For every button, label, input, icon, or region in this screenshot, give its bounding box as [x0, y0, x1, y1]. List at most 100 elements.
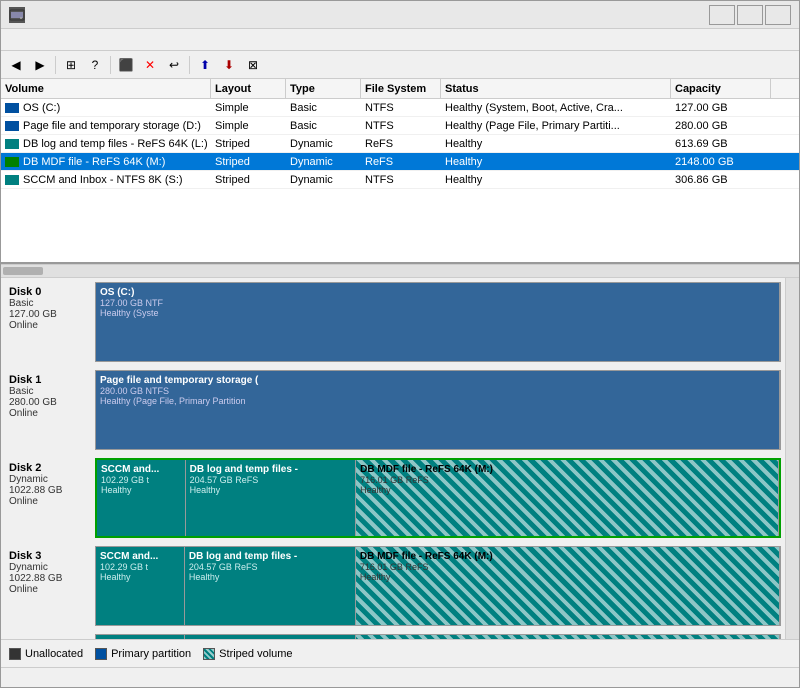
table-row[interactable]: OS (C:) Simple Basic NTFS Healthy (Syste…: [1, 99, 799, 117]
cell-volume: SCCM and Inbox - NTFS 8K (S:): [1, 171, 211, 188]
col-header-volume[interactable]: Volume: [1, 79, 211, 98]
delete-button[interactable]: ✕: [139, 54, 161, 76]
menu-help[interactable]: [53, 38, 69, 42]
disk-row: Disk 0 Basic 127.00 GB Online OS (C:) 12…: [5, 282, 781, 362]
refresh-button[interactable]: ↩: [163, 54, 185, 76]
cell-status: Healthy (Page File, Primary Partiti...: [441, 117, 671, 134]
disk-scrollbar-v[interactable]: [785, 278, 799, 639]
back-button[interactable]: ◀: [5, 54, 27, 76]
disk-management-window: ◀ ▶ ⊞ ? ⬛ ✕ ↩ ⬆ ⬇ ⊠ Volume Layout Type F…: [0, 0, 800, 688]
partition-status: Healthy: [101, 485, 181, 495]
menu-file[interactable]: [5, 38, 21, 42]
legend-label-primary: Primary partition: [111, 648, 191, 660]
cell-status: Healthy (System, Boot, Active, Cra...: [441, 99, 671, 116]
partition-label: DB MDF file - ReFS 64K (M:): [360, 551, 775, 562]
cell-fs: ReFS: [361, 153, 441, 170]
app-icon: [9, 7, 25, 23]
disk-partition[interactable]: OS (C:) 127.00 GB NTF Healthy (Syste: [96, 283, 780, 361]
col-header-fs[interactable]: File System: [361, 79, 441, 98]
disk-partitions: Page file and temporary storage ( 280.00…: [95, 370, 781, 450]
partition-label: DB MDF file - ReFS 64K (M:): [360, 464, 774, 475]
disk-status: Online: [9, 320, 91, 331]
menu-view[interactable]: [37, 38, 53, 42]
disk-partition[interactable]: Page file and temporary storage ( 280.00…: [96, 371, 780, 449]
up-button[interactable]: ⬆: [194, 54, 216, 76]
cell-type: Dynamic: [286, 153, 361, 170]
forward-button[interactable]: ▶: [29, 54, 51, 76]
partition-status: Healthy: [360, 572, 775, 582]
disk-partition[interactable]: SCCM and... 102.29 GB t Healthy: [96, 635, 185, 639]
col-header-type[interactable]: Type: [286, 79, 361, 98]
menu-bar: [1, 29, 799, 51]
legend-striped: Striped volume: [203, 648, 292, 660]
disk-partition[interactable]: DB log and temp files - 204.57 GB ReFS H…: [185, 635, 356, 639]
disk-status: Online: [9, 408, 91, 419]
partition-label: DB log and temp files -: [190, 464, 352, 475]
properties-button[interactable]: ⊞: [60, 54, 82, 76]
toolbar-separator-2: [110, 56, 111, 74]
disk-partition[interactable]: DB MDF file - ReFS 64K (M:) 716.01 GB Re…: [356, 460, 779, 536]
partition-size: 716.01 GB ReFS: [360, 562, 775, 572]
close-button[interactable]: [765, 5, 791, 25]
disk-label: Disk 2 Dynamic 1022.88 GB Online: [5, 458, 95, 538]
disk-partition[interactable]: DB MDF file - ReFS 64K (M:) 716.01 GB Re…: [356, 547, 780, 625]
partition-status: Healthy: [360, 485, 774, 495]
disk-size: 280.00 GB: [9, 397, 91, 408]
partition-status: Healthy: [100, 572, 180, 582]
partition-label: SCCM and...: [101, 464, 181, 475]
cell-capacity: 127.00 GB: [671, 99, 771, 116]
cell-layout: Striped: [211, 153, 286, 170]
cell-type: Basic: [286, 99, 361, 116]
disk-list: Disk 0 Basic 127.00 GB Online OS (C:) 12…: [1, 278, 785, 639]
disk-row: Disk 1 Basic 280.00 GB Online Page file …: [5, 370, 781, 450]
menu-action[interactable]: [21, 38, 37, 42]
table-row[interactable]: DB MDF file - ReFS 64K (M:) Striped Dyna…: [1, 153, 799, 171]
table-row[interactable]: DB log and temp files - ReFS 64K (L:) St…: [1, 135, 799, 153]
col-header-capacity[interactable]: Capacity: [671, 79, 771, 98]
partition-size: 204.57 GB ReFS: [190, 475, 352, 485]
disk-partition[interactable]: DB log and temp files - 204.57 GB ReFS H…: [185, 547, 356, 625]
scrollbar-thumb-h[interactable]: [3, 267, 43, 275]
table-row[interactable]: SCCM and Inbox - NTFS 8K (S:) Striped Dy…: [1, 171, 799, 189]
partition-size: 102.29 GB t: [100, 562, 180, 572]
maximize-button[interactable]: [737, 5, 763, 25]
disk-partition[interactable]: SCCM and... 102.29 GB t Healthy: [97, 460, 186, 536]
disk-label: Disk 3 Dynamic 1022.88 GB Online: [5, 546, 95, 626]
disk-row: Disk 4 Dynamic 1022.88 GB Online SCCM an…: [5, 634, 781, 639]
down-button[interactable]: ⬇: [218, 54, 240, 76]
format-button[interactable]: ⊠: [242, 54, 264, 76]
main-content-area: Volume Layout Type File System Status Ca…: [1, 79, 799, 639]
legend-label-unalloc: Unallocated: [25, 648, 83, 660]
disk-partitions: SCCM and... 102.29 GB t Healthy DB log a…: [95, 458, 781, 538]
disk-name: Disk 2: [9, 462, 91, 474]
col-header-status[interactable]: Status: [441, 79, 671, 98]
disk-type: Basic: [9, 298, 91, 309]
title-bar: [1, 1, 799, 29]
partition-label: OS (C:): [100, 287, 775, 298]
disk-type: Basic: [9, 386, 91, 397]
window-controls: [709, 5, 791, 25]
cell-capacity: 280.00 GB: [671, 117, 771, 134]
help-button[interactable]: ?: [84, 54, 106, 76]
partition-size: 716.01 GB ReFS: [360, 475, 774, 485]
col-header-layout[interactable]: Layout: [211, 79, 286, 98]
partition-size: 102.29 GB t: [101, 475, 181, 485]
minimize-button[interactable]: [709, 5, 735, 25]
disk-partition[interactable]: DB MDF file - ReFS 64K (M:) 716.01 GB Re…: [356, 635, 780, 639]
disk-partition[interactable]: DB log and temp files - 204.57 GB ReFS H…: [186, 460, 357, 536]
legend-label-striped: Striped volume: [219, 648, 292, 660]
cell-fs: NTFS: [361, 117, 441, 134]
disk-partitions: OS (C:) 127.00 GB NTF Healthy (Syste: [95, 282, 781, 362]
disk-status: Online: [9, 584, 91, 595]
table-row[interactable]: Page file and temporary storage (D:) Sim…: [1, 117, 799, 135]
partition-label: Page file and temporary storage (: [100, 375, 775, 386]
new-volume-button[interactable]: ⬛: [115, 54, 137, 76]
cell-type: Dynamic: [286, 171, 361, 188]
cell-status: Healthy: [441, 153, 671, 170]
disk-partition[interactable]: SCCM and... 102.29 GB t Healthy: [96, 547, 185, 625]
partition-status: Healthy: [189, 572, 351, 582]
cell-status: Healthy: [441, 171, 671, 188]
cell-fs: NTFS: [361, 171, 441, 188]
table-scrollbar-h[interactable]: [1, 264, 799, 278]
partition-size: 204.57 GB ReFS: [189, 562, 351, 572]
